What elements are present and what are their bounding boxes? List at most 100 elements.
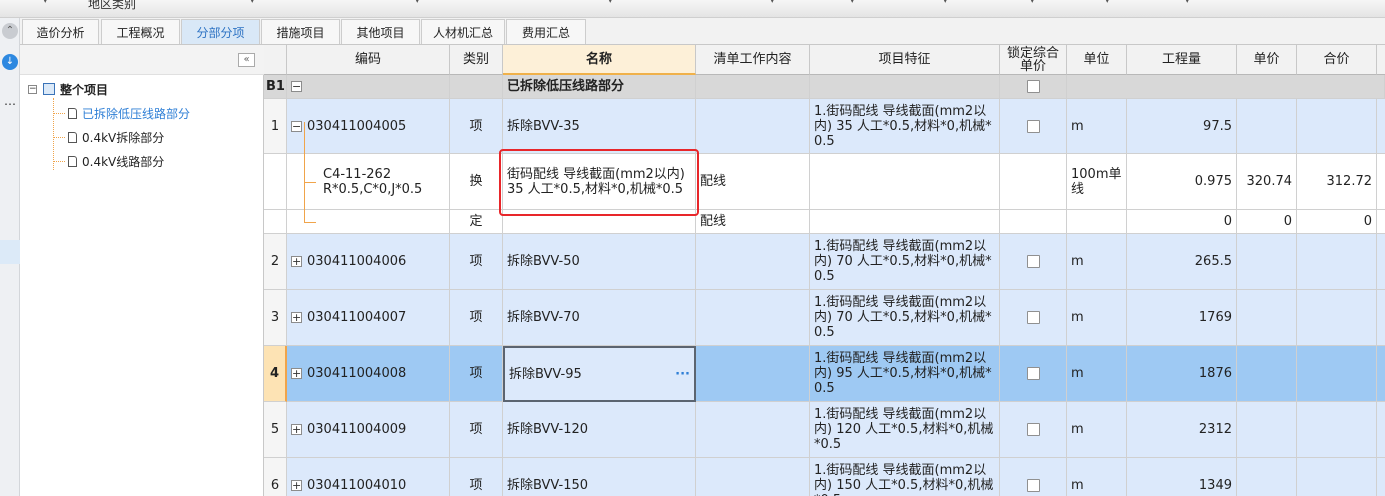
total-cell[interactable]: 312.72 [1297, 154, 1377, 210]
header-unit[interactable]: 单位 [1067, 45, 1127, 75]
price-cell[interactable] [1237, 402, 1297, 458]
dropdown-caret-icon[interactable]: ▾ [1030, 0, 1035, 6]
unit-cell[interactable]: m [1067, 99, 1127, 154]
unit-cell[interactable]: m [1067, 290, 1127, 346]
lock-checkbox[interactable] [1026, 311, 1040, 324]
quantity-cell[interactable]: 0 [1127, 210, 1237, 234]
header-type[interactable]: 类别 [450, 45, 503, 75]
tab-labor-material-summary[interactable]: 人材机汇总 [421, 19, 505, 44]
expand-toggle-icon[interactable]: + [291, 256, 302, 267]
more-icon[interactable]: … [4, 94, 16, 108]
header-code[interactable]: 编码 [287, 45, 450, 75]
dropdown-caret-icon[interactable]: ▾ [943, 0, 948, 6]
type-cell[interactable]: 项 [450, 234, 503, 290]
code-cell[interactable]: +030411004007 [287, 290, 450, 346]
quantity-cell[interactable]: 1769 [1127, 290, 1237, 346]
tree-root[interactable]: − 整个项目 [28, 80, 108, 98]
unit-cell[interactable] [1067, 210, 1127, 234]
price-cell[interactable] [1237, 290, 1297, 346]
tab-fee-summary[interactable]: 费用汇总 [506, 19, 586, 44]
name-cell[interactable] [503, 210, 696, 234]
feature-cell[interactable]: 1.街码配线 导线截面(mm2以内) 120 人工*0.5,材料*0,机械*0.… [810, 402, 1000, 458]
content-cell[interactable] [696, 402, 810, 458]
total-cell[interactable] [1297, 346, 1377, 402]
quantity-cell[interactable]: 265.5 [1127, 234, 1237, 290]
tab-sub-items[interactable]: 分部分项 [181, 19, 260, 44]
header-lock-price[interactable]: 锁定综合单价 [1000, 45, 1067, 75]
tree-item-04kv-lines[interactable]: 0.4kV线路部分 [68, 152, 164, 170]
header-features[interactable]: 项目特征 [810, 45, 1000, 75]
header-quantity[interactable]: 工程量 [1127, 45, 1237, 75]
type-cell[interactable]: 换 [450, 154, 503, 210]
quantity-cell[interactable]: 2312 [1127, 402, 1237, 458]
header-work-content[interactable]: 清单工作内容 [696, 45, 810, 75]
header-unit-price[interactable]: 单价 [1237, 45, 1297, 75]
price-cell[interactable] [1237, 346, 1297, 402]
tree-item-04kv-demolition[interactable]: 0.4kV拆除部分 [68, 128, 164, 146]
type-cell[interactable]: 项 [450, 346, 503, 402]
total-cell[interactable] [1297, 458, 1377, 496]
tab-cost-analysis[interactable]: 造价分析 [22, 19, 99, 44]
name-cell-editing[interactable]: 拆除BVV-95 ··· [503, 346, 696, 402]
expand-toggle-icon[interactable]: + [291, 424, 302, 435]
type-cell[interactable]: 项 [450, 402, 503, 458]
lock-checkbox[interactable] [1026, 119, 1040, 133]
code-cell[interactable]: +030411004006 [287, 234, 450, 290]
feature-cell[interactable]: 1.街码配线 导线截面(mm2以内) 70 人工*0.5,材料*0,机械*0.5 [810, 234, 1000, 290]
header-total[interactable]: 合价 [1297, 45, 1377, 75]
unit-cell[interactable]: 100m单线 [1067, 154, 1127, 210]
unit-cell[interactable]: m [1067, 234, 1127, 290]
name-cell[interactable]: 拆除BVV-120 [503, 402, 696, 458]
quantity-cell[interactable]: 97.5 [1127, 99, 1237, 154]
code-cell[interactable]: +030411004010 [287, 458, 450, 496]
expand-toggle-icon[interactable]: + [291, 480, 302, 491]
total-cell[interactable] [1297, 402, 1377, 458]
content-cell[interactable] [696, 290, 810, 346]
total-cell[interactable]: 0 [1297, 210, 1377, 234]
tab-measures[interactable]: 措施项目 [261, 19, 340, 44]
tab-project-overview[interactable]: 工程概况 [101, 19, 180, 44]
feature-cell[interactable]: 1.街码配线 导线截面(mm2以内) 70 人工*0.5,材料*0,机械*0.5 [810, 290, 1000, 346]
lock-checkbox[interactable] [1026, 367, 1040, 380]
expand-toggle-icon[interactable]: + [291, 312, 302, 323]
collapse-up-icon[interactable]: ⌃ [2, 23, 18, 39]
section-name[interactable]: 已拆除低压线路部分 [503, 75, 696, 99]
type-cell[interactable]: 项 [450, 290, 503, 346]
content-cell[interactable] [696, 346, 810, 402]
tree-collapse-icon[interactable]: − [28, 84, 37, 94]
unit-cell[interactable]: m [1067, 346, 1127, 402]
dropdown-caret-icon[interactable]: ▾ [608, 0, 613, 6]
name-cell[interactable]: 街码配线 导线截面(mm2以内) 35 人工*0.5,材料*0,机械*0.5 [503, 154, 696, 210]
dropdown-caret-icon[interactable]: ▾ [770, 0, 775, 6]
dropdown-caret-icon[interactable]: ▾ [415, 0, 420, 6]
dropdown-caret-icon[interactable]: ▾ [250, 0, 255, 6]
total-cell[interactable] [1297, 290, 1377, 346]
collapse-toggle-icon[interactable]: − [291, 81, 302, 92]
code-cell[interactable]: −030411004005 [287, 99, 450, 154]
content-cell[interactable] [696, 99, 810, 154]
content-cell[interactable]: 配线 [696, 154, 810, 210]
price-cell[interactable] [1237, 458, 1297, 496]
quantity-cell[interactable]: 1349 [1127, 458, 1237, 496]
price-cell[interactable]: 320.74 [1237, 154, 1297, 210]
collapse-toggle-icon[interactable]: − [291, 120, 302, 132]
download-icon[interactable]: ↓ [2, 54, 18, 70]
unit-cell[interactable]: m [1067, 458, 1127, 496]
price-cell[interactable]: 0 [1237, 210, 1297, 234]
dropdown-caret-icon[interactable]: ▾ [1185, 0, 1190, 6]
unit-cell[interactable]: m [1067, 402, 1127, 458]
dropdown-caret-icon[interactable]: ▾ [43, 0, 48, 6]
feature-cell[interactable]: 1.街码配线 导线截面(mm2以内) 35 人工*0.5,材料*0,机械*0.5 [810, 99, 1000, 154]
content-cell[interactable]: 配线 [696, 210, 810, 234]
lock-checkbox[interactable] [1026, 479, 1040, 492]
type-cell[interactable]: 项 [450, 99, 503, 154]
lock-checkbox[interactable] [1026, 80, 1040, 93]
dropdown-caret-icon[interactable]: ▾ [850, 0, 855, 6]
price-cell[interactable] [1237, 234, 1297, 290]
name-cell[interactable]: 拆除BVV-70 [503, 290, 696, 346]
tab-other-items[interactable]: 其他项目 [341, 19, 420, 44]
collapse-panel-button[interactable]: « [238, 53, 255, 67]
feature-cell[interactable] [810, 154, 1000, 210]
code-cell[interactable]: +030411004009 [287, 402, 450, 458]
name-cell[interactable]: 拆除BVV-35 [503, 99, 696, 154]
